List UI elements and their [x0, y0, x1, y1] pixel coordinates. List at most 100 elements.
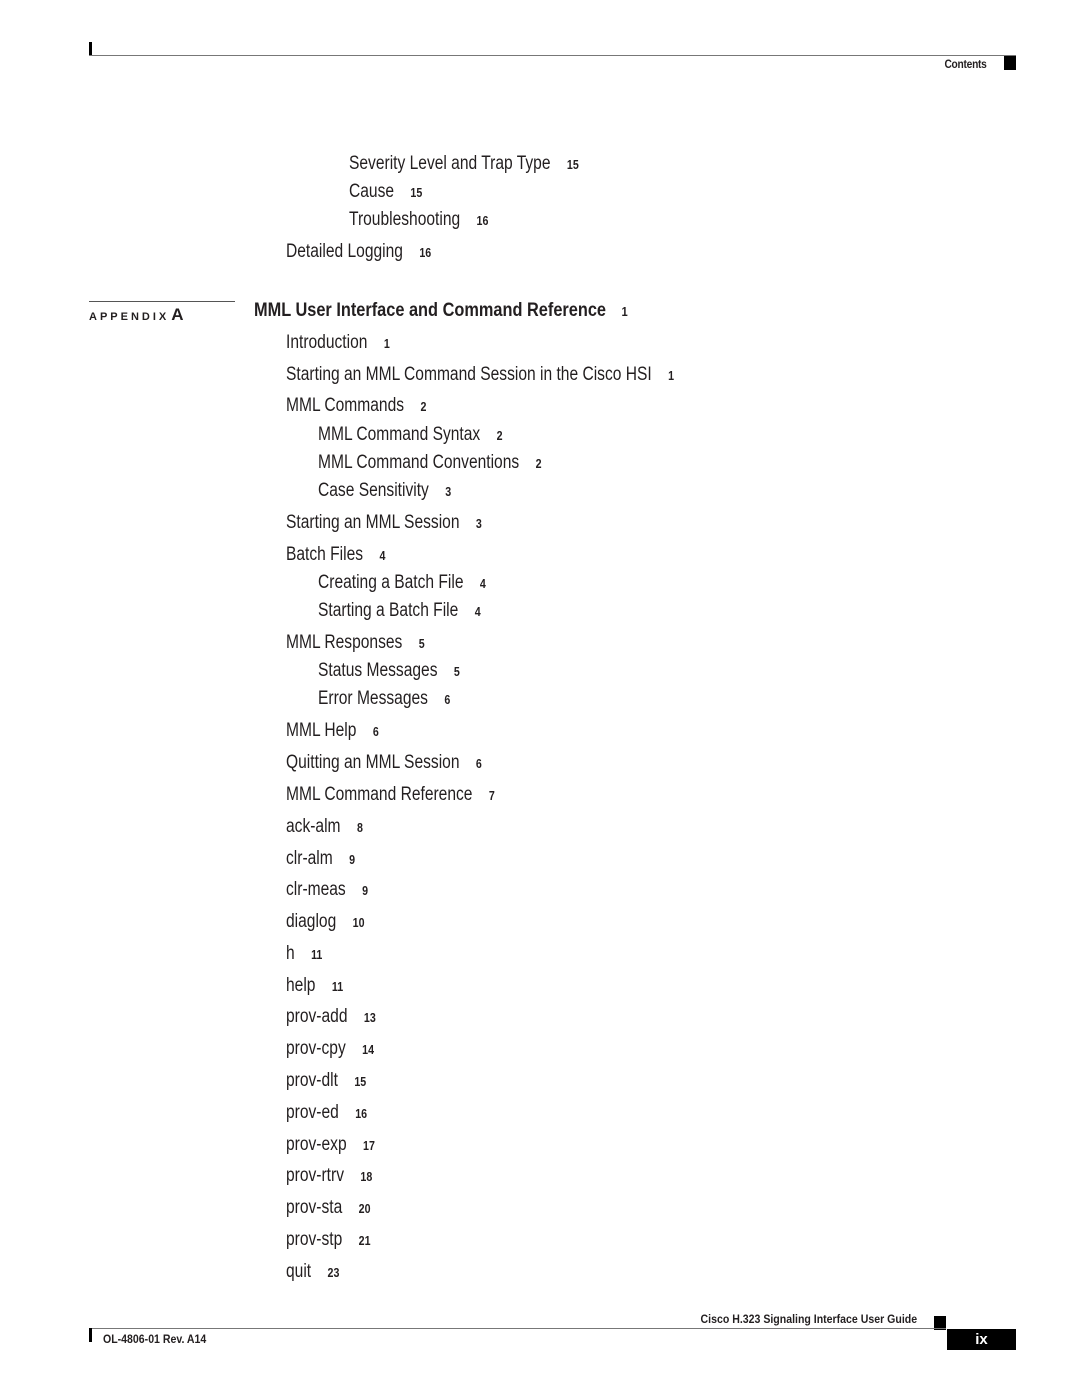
toc-entry-title: h [286, 943, 295, 964]
toc-entry-title: MML Command Syntax [318, 424, 481, 445]
header-rule [89, 55, 1016, 56]
toc-entry-title: Cause [349, 181, 395, 202]
toc-entry[interactable]: prov-dlt 15 [286, 1070, 366, 1092]
toc-entry-title: MML Responses [286, 632, 403, 653]
toc-entry[interactable]: h 11 [286, 943, 322, 965]
appendix-title-text: MML User Interface and Command Reference [254, 300, 607, 321]
toc-entry[interactable]: Batch Files 4 [286, 544, 385, 566]
toc-entry-page: 9 [349, 852, 356, 867]
toc-entry[interactable]: Starting a Batch File 4 [318, 600, 481, 622]
toc-entry[interactable]: Starting an MML Command Session in the C… [286, 364, 674, 386]
toc-entry[interactable]: help 11 [286, 975, 343, 997]
toc-entry[interactable]: Status Messages 5 [318, 660, 460, 682]
toc-entry[interactable]: Cause 15 [349, 181, 422, 203]
appendix-title[interactable]: MML User Interface and Command Reference… [254, 300, 628, 322]
toc-entry-title: prov-stp [286, 1229, 343, 1250]
toc-entry[interactable]: Starting an MML Session 3 [286, 512, 482, 534]
toc-entry-page: 18 [360, 1169, 373, 1184]
footer-corner-mark [89, 1328, 92, 1342]
toc-entry-title: MML Command Reference [286, 784, 473, 805]
toc-entry-page: 16 [476, 213, 489, 228]
toc-entry[interactable]: prov-add 13 [286, 1006, 376, 1028]
toc-entry[interactable]: prov-ed 16 [286, 1102, 367, 1124]
toc-entry-title: Introduction [286, 332, 368, 353]
toc-entry-page: 15 [566, 157, 579, 172]
toc-entry-title: quit [286, 1261, 312, 1282]
toc-entry-title: prov-cpy [286, 1038, 346, 1059]
toc-entry[interactable]: Introduction 1 [286, 332, 390, 354]
toc-entry[interactable]: prov-stp 21 [286, 1229, 371, 1251]
toc-entry[interactable]: Severity Level and Trap Type 15 [349, 153, 579, 175]
toc-entry-page: 10 [352, 915, 365, 930]
toc-entry-page: 21 [358, 1233, 371, 1248]
toc-entry[interactable]: prov-exp 17 [286, 1134, 375, 1156]
toc-entry-page: 8 [356, 820, 363, 835]
toc-entry[interactable]: clr-meas 9 [286, 879, 368, 901]
toc-entry-page: 15 [354, 1074, 367, 1089]
toc-entry[interactable]: MML Help 6 [286, 720, 379, 742]
toc-entry-page: 3 [445, 484, 452, 499]
toc-entry-page: 14 [362, 1042, 375, 1057]
toc-entry-page: 2 [496, 428, 503, 443]
toc-entry-title: MML Commands [286, 395, 405, 416]
toc-entry-page: 16 [355, 1106, 368, 1121]
toc-entry-title: Severity Level and Trap Type [349, 153, 551, 174]
toc-entry[interactable]: prov-cpy 14 [286, 1038, 374, 1060]
toc-entry-title: help [286, 975, 316, 996]
footer-doc-number: OL-4806-01 Rev. A14 [103, 1332, 207, 1346]
toc-entry[interactable]: ack-alm 8 [286, 816, 363, 838]
toc-entry-page: 11 [311, 947, 323, 962]
toc-entry-page: 9 [362, 883, 369, 898]
toc-entry-page: 7 [488, 788, 495, 803]
footer-page-number: ix [947, 1329, 1016, 1350]
toc-entry[interactable]: quit 23 [286, 1261, 339, 1283]
toc-entry[interactable]: Detailed Logging 16 [286, 241, 431, 263]
toc-entry-title: Starting an MML Command Session in the C… [286, 364, 652, 385]
toc-entry-page: 16 [419, 245, 432, 260]
toc-entry-title: prov-exp [286, 1134, 347, 1155]
toc-entry-title: Error Messages [318, 688, 428, 709]
toc-entry-page: 15 [410, 185, 423, 200]
toc-entry-page: 5 [418, 636, 425, 651]
toc-entry-title: clr-meas [286, 879, 346, 900]
toc-entry-page: 4 [479, 576, 486, 591]
toc-entry-title: MML Command Conventions [318, 452, 520, 473]
toc-entry[interactable]: Quitting an MML Session 6 [286, 752, 482, 774]
toc-entry[interactable]: diaglog 10 [286, 911, 365, 933]
toc-entry[interactable]: MML Commands 2 [286, 395, 426, 417]
toc-entry-title: prov-rtrv [286, 1165, 345, 1186]
toc-entry-title: clr-alm [286, 848, 333, 869]
toc-entry-page: 1 [383, 336, 390, 351]
toc-entry-title: Quitting an MML Session [286, 752, 460, 773]
toc-entry-title: Starting an MML Session [286, 512, 460, 533]
toc-entry-title: prov-ed [286, 1102, 339, 1123]
toc-entry[interactable]: MML Command Conventions 2 [318, 452, 542, 474]
appendix-rule [89, 301, 235, 302]
toc-entry[interactable]: prov-sta 20 [286, 1197, 371, 1219]
toc-entry-page: 3 [475, 516, 482, 531]
toc-entry-page: 23 [327, 1265, 340, 1280]
toc-entry-page: 4 [474, 604, 481, 619]
toc-entry-title: Status Messages [318, 660, 438, 681]
footer-rule [89, 1328, 946, 1329]
toc-entry-title: prov-sta [286, 1197, 343, 1218]
toc-entry[interactable]: Error Messages 6 [318, 688, 450, 710]
toc-entry-title: Batch Files [286, 544, 364, 565]
toc-entry[interactable]: MML Command Syntax 2 [318, 424, 503, 446]
toc-entry[interactable]: Creating a Batch File 4 [318, 572, 486, 594]
toc-entry[interactable]: Troubleshooting 16 [349, 209, 488, 231]
header-section-label: Contents [944, 57, 987, 71]
toc-entry[interactable]: MML Responses 5 [286, 632, 425, 654]
appendix-label: APPENDIX A [89, 305, 184, 325]
toc-entry[interactable]: clr-alm 9 [286, 848, 355, 870]
toc-entry-page: 2 [535, 456, 542, 471]
toc-entry[interactable]: Case Sensitivity 3 [318, 480, 451, 502]
toc-entry-title: Detailed Logging [286, 241, 403, 262]
toc-entry-title: diaglog [286, 911, 337, 932]
toc-entry[interactable]: MML Command Reference 7 [286, 784, 495, 806]
toc-entry-page: 13 [363, 1010, 376, 1025]
appendix-label-text: APPENDIX [89, 311, 170, 323]
toc-entry[interactable]: prov-rtrv 18 [286, 1165, 372, 1187]
toc-entry-title: prov-dlt [286, 1070, 338, 1091]
toc-entry-page: 6 [372, 724, 379, 739]
